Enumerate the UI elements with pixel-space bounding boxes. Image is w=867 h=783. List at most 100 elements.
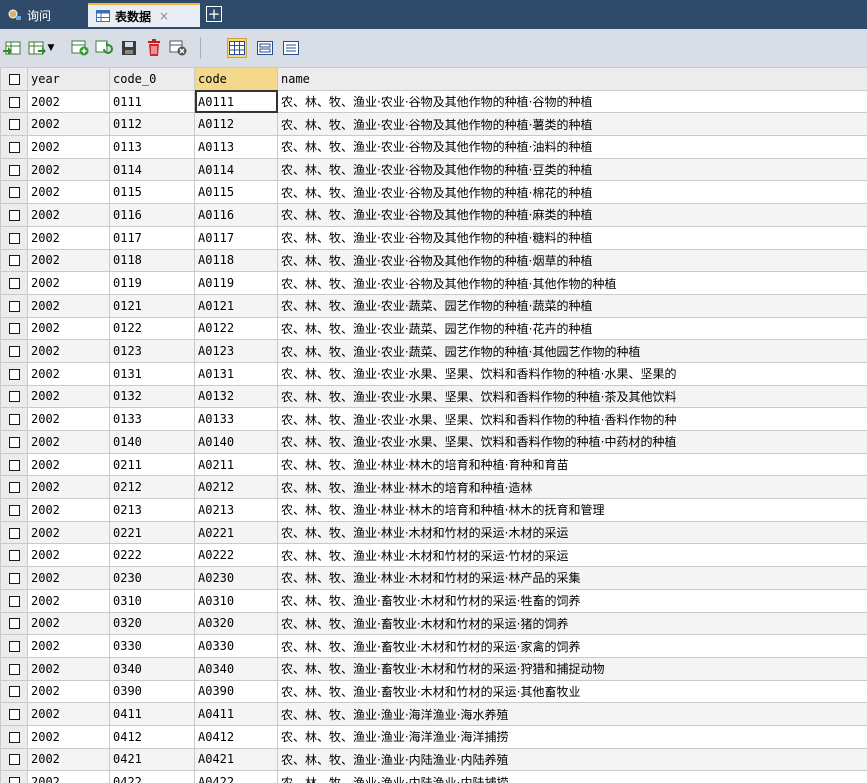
name-cell[interactable]: 农、林、牧、渔业·农业·谷物及其他作物的种植·其他作物的种植	[277, 271, 867, 295]
chevron-down-icon[interactable]: ▼	[46, 38, 56, 58]
row-checkbox[interactable]	[0, 293, 28, 318]
table-row[interactable]: 2002 0213 A0213 农、林、牧、渔业·林业·林木的培育和种植·林木的抚育和…	[0, 498, 867, 522]
table-row[interactable]: 2002 0422 A0422 农、林、牧、渔业·渔业·内陆渔业·内陆捕捞	[0, 770, 867, 783]
row-checkbox[interactable]	[0, 203, 28, 227]
delete-icon[interactable]	[144, 38, 164, 58]
code-cell[interactable]: A0133	[194, 407, 278, 431]
row-checkbox[interactable]	[0, 566, 28, 590]
column-header-year[interactable]: year	[27, 67, 110, 91]
name-cell[interactable]: 农、林、牧、渔业·渔业·海洋渔业·海洋捕捞	[277, 724, 867, 749]
year-cell[interactable]: 2002	[27, 430, 110, 454]
year-cell[interactable]: 2002	[27, 135, 110, 159]
code-0-cell[interactable]: 0116	[109, 203, 195, 227]
code-0-cell[interactable]: 0221	[109, 520, 195, 545]
name-cell[interactable]: 农、林、牧、渔业·农业·蔬菜、园艺作物的种植·其他园艺作物的种植	[277, 339, 867, 363]
code-0-cell[interactable]: 0119	[109, 271, 195, 295]
table-row[interactable]: 2002 0121 A0121 农、林、牧、渔业·农业·蔬菜、园艺作物的种植·蔬菜的种…	[0, 293, 867, 318]
code-0-cell[interactable]: 0310	[109, 588, 195, 613]
column-header-code[interactable]: code	[194, 67, 278, 91]
row-checkbox[interactable]	[0, 520, 28, 545]
year-cell[interactable]: 2002	[27, 475, 110, 500]
code-cell[interactable]: A0310	[194, 588, 278, 613]
name-cell[interactable]: 农、林、牧、渔业·农业·谷物及其他作物的种植·谷物的种植	[277, 89, 867, 114]
select-all-checkbox[interactable]	[0, 67, 28, 91]
year-cell[interactable]: 2002	[27, 634, 110, 658]
code-0-cell[interactable]: 0117	[109, 225, 195, 250]
code-0-cell[interactable]: 0112	[109, 112, 195, 137]
row-checkbox[interactable]	[0, 747, 28, 772]
table-row[interactable]: 2002 0114 A0114 农、林、牧、渔业·农业·谷物及其他作物的种植·豆类的种…	[0, 157, 867, 182]
code-cell[interactable]: A0115	[194, 180, 278, 205]
year-cell[interactable]: 2002	[27, 157, 110, 182]
table-row[interactable]: 2002 0132 A0132 农、林、牧、渔业·农业·水果、坚果、饮料和香料作物的种…	[0, 384, 867, 409]
name-cell[interactable]: 农、林、牧、渔业·农业·谷物及其他作物的种植·油料的种植	[277, 135, 867, 159]
table-row[interactable]: 2002 0122 A0122 农、林、牧、渔业·农业·蔬菜、园艺作物的种植·花卉的种…	[0, 316, 867, 341]
name-cell[interactable]: 农、林、牧、渔业·农业·谷物及其他作物的种植·麻类的种植	[277, 203, 867, 227]
row-checkbox[interactable]	[0, 180, 28, 205]
name-cell[interactable]: 农、林、牧、渔业·农业·蔬菜、园艺作物的种植·花卉的种植	[277, 316, 867, 341]
code-0-cell[interactable]: 0411	[109, 702, 195, 726]
code-0-cell[interactable]: 0213	[109, 498, 195, 522]
form-view-icon[interactable]	[255, 38, 275, 58]
code-cell[interactable]: A0122	[194, 316, 278, 341]
code-0-cell[interactable]: 0122	[109, 316, 195, 341]
code-cell[interactable]: A0123	[194, 339, 278, 363]
code-0-cell[interactable]: 0212	[109, 475, 195, 500]
year-cell[interactable]: 2002	[27, 112, 110, 137]
name-cell[interactable]: 农、林、牧、渔业·渔业·内陆渔业·内陆捕捞	[277, 770, 867, 783]
code-0-cell[interactable]: 0123	[109, 339, 195, 363]
name-cell[interactable]: 农、林、牧、渔业·农业·水果、坚果、饮料和香料作物的种植·中药材的种植	[277, 430, 867, 454]
name-cell[interactable]: 农、林、牧、渔业·农业·谷物及其他作物的种植·棉花的种植	[277, 180, 867, 205]
row-checkbox[interactable]	[0, 679, 28, 704]
code-0-cell[interactable]: 0422	[109, 770, 195, 783]
code-cell[interactable]: A0340	[194, 656, 278, 681]
table-row[interactable]: 2002 0421 A0421 农、林、牧、渔业·渔业·内陆渔业·内陆养殖	[0, 747, 867, 772]
row-checkbox[interactable]	[0, 384, 28, 409]
code-0-cell[interactable]: 0330	[109, 634, 195, 658]
year-cell[interactable]: 2002	[27, 89, 110, 114]
row-checkbox[interactable]	[0, 656, 28, 681]
row-checkbox[interactable]	[0, 135, 28, 159]
code-0-cell[interactable]: 0421	[109, 747, 195, 772]
table-row[interactable]: 2002 0133 A0133 农、林、牧、渔业·农业·水果、坚果、饮料和香料作物的种…	[0, 407, 867, 431]
year-cell[interactable]: 2002	[27, 225, 110, 250]
save-icon[interactable]	[119, 38, 139, 58]
year-cell[interactable]: 2002	[27, 293, 110, 318]
row-checkbox[interactable]	[0, 430, 28, 454]
table-row[interactable]: 2002 0117 A0117 农、林、牧、渔业·农业·谷物及其他作物的种植·糖料的种…	[0, 225, 867, 250]
table-row[interactable]: 2002 0115 A0115 农、林、牧、渔业·农业·谷物及其他作物的种植·棉花的种…	[0, 180, 867, 205]
code-0-cell[interactable]: 0131	[109, 361, 195, 386]
year-cell[interactable]: 2002	[27, 724, 110, 749]
table-row[interactable]: 2002 0111 A0111 农、林、牧、渔业·农业·谷物及其他作物的种植·谷物的种…	[0, 89, 867, 114]
table-row[interactable]: 2002 0222 A0222 农、林、牧、渔业·林业·木材和竹材的采运·竹材的采运	[0, 543, 867, 568]
row-checkbox[interactable]	[0, 112, 28, 137]
code-0-cell[interactable]: 0115	[109, 180, 195, 205]
row-checkbox[interactable]	[0, 407, 28, 431]
name-cell[interactable]: 农、林、牧、渔业·农业·蔬菜、园艺作物的种植·蔬菜的种植	[277, 293, 867, 318]
name-cell[interactable]: 农、林、牧、渔业·林业·林木的培育和种植·育种和育苗	[277, 452, 867, 477]
tab-table-data[interactable]: 表数据 ×	[88, 3, 200, 27]
code-0-cell[interactable]: 0340	[109, 656, 195, 681]
code-0-cell[interactable]: 0121	[109, 293, 195, 318]
name-cell[interactable]: 农、林、牧、渔业·农业·水果、坚果、饮料和香料作物的种植·香料作物的种	[277, 407, 867, 431]
table-row[interactable]: 2002 0113 A0113 农、林、牧、渔业·农业·谷物及其他作物的种植·油料的种…	[0, 135, 867, 159]
table-row[interactable]: 2002 0390 A0390 农、林、牧、渔业·畜牧业·木材和竹材的采运·其他畜牧业	[0, 679, 867, 704]
name-cell[interactable]: 农、林、牧、渔业·畜牧业·木材和竹材的采运·家禽的饲养	[277, 634, 867, 658]
code-0-cell[interactable]: 0113	[109, 135, 195, 159]
table-row[interactable]: 2002 0221 A0221 农、林、牧、渔业·林业·木材和竹材的采运·木材的采运	[0, 520, 867, 545]
code-cell[interactable]: A0330	[194, 634, 278, 658]
code-0-cell[interactable]: 0390	[109, 679, 195, 704]
year-cell[interactable]: 2002	[27, 271, 110, 295]
name-cell[interactable]: 农、林、牧、渔业·农业·谷物及其他作物的种植·烟草的种植	[277, 248, 867, 273]
code-cell[interactable]: A0114	[194, 157, 278, 182]
name-cell[interactable]: 农、林、牧、渔业·林业·林木的培育和种植·林木的抚育和管理	[277, 498, 867, 522]
code-cell[interactable]: A0222	[194, 543, 278, 568]
code-0-cell[interactable]: 0412	[109, 724, 195, 749]
code-0-cell[interactable]: 0211	[109, 452, 195, 477]
text-view-icon[interactable]	[281, 38, 301, 58]
row-checkbox[interactable]	[0, 271, 28, 295]
table-row[interactable]: 2002 0123 A0123 农、林、牧、渔业·农业·蔬菜、园艺作物的种植·其他园艺…	[0, 339, 867, 363]
row-checkbox[interactable]	[0, 316, 28, 341]
table-row[interactable]: 2002 0310 A0310 农、林、牧、渔业·畜牧业·木材和竹材的采运·牲畜的饲养	[0, 588, 867, 613]
code-cell[interactable]: A0213	[194, 498, 278, 522]
